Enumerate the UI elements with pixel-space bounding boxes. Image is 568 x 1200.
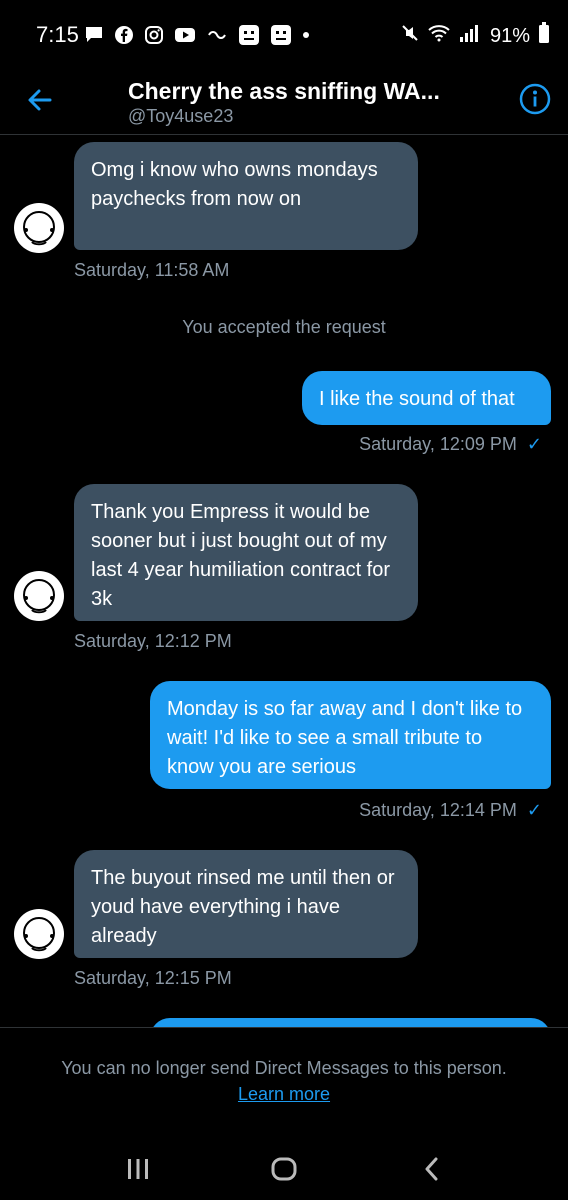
wifi-icon bbox=[428, 24, 450, 48]
message-bubble-incoming[interactable]: Omg i know who owns mondays paychecks fr… bbox=[74, 142, 418, 250]
avatar-face-icon bbox=[23, 211, 55, 246]
check-icon: ✓ bbox=[526, 434, 542, 454]
message-timestamp: Saturday, 12:14 PM bbox=[359, 800, 517, 820]
nav-back-button[interactable] bbox=[424, 1157, 440, 1186]
status-time: 7:15 bbox=[36, 22, 79, 47]
mute-icon bbox=[400, 23, 420, 49]
message-bubble-outgoing[interactable]: Monday is so far away and I don't like t… bbox=[150, 681, 551, 789]
learn-more-row: Learn more bbox=[0, 1084, 568, 1105]
facebook-icon bbox=[114, 25, 134, 45]
notification-icons bbox=[84, 24, 310, 46]
message-timestamp: Saturday, 12:09 PM bbox=[359, 434, 517, 454]
battery-percent: 91% bbox=[489, 24, 530, 47]
avatar-face-icon bbox=[23, 917, 55, 952]
info-button[interactable] bbox=[518, 82, 552, 116]
system-message: You accepted the request bbox=[182, 317, 386, 337]
learn-more-link[interactable]: Learn more bbox=[238, 1084, 330, 1104]
message-bubble-incoming[interactable]: The buyout rinsed me until then or youd … bbox=[74, 850, 418, 958]
link-icon bbox=[206, 28, 228, 42]
message-icon bbox=[84, 26, 104, 44]
recent-apps-icon bbox=[128, 1159, 148, 1179]
conversation-header: Cherry the ass sniffing WA... @Toy4use23 bbox=[0, 72, 568, 135]
blocked-notice: You can no longer send Direct Messages t… bbox=[61, 1058, 507, 1078]
signal-icon bbox=[458, 23, 482, 49]
message-bubble-outgoing[interactable]: I like the sound of that bbox=[302, 371, 551, 425]
message-timestamp-row: Saturday, 12:09 PM ✓ bbox=[359, 434, 542, 455]
conversation-handle[interactable]: @Toy4use23 bbox=[128, 106, 233, 127]
back-button[interactable] bbox=[24, 84, 56, 116]
conversation-title[interactable]: Cherry the ass sniffing WA... bbox=[128, 78, 440, 105]
back-arrow-icon bbox=[28, 89, 52, 111]
check-icon: ✓ bbox=[526, 800, 542, 820]
message-bubble-incoming[interactable]: Thank you Empress it would be sooner but… bbox=[74, 484, 418, 621]
battery-icon bbox=[538, 22, 550, 50]
app-face-icon bbox=[238, 24, 260, 46]
dm-blocked-footer: You can no longer send Direct Messages t… bbox=[0, 1027, 568, 1126]
android-nav-bar bbox=[0, 1125, 568, 1200]
status-bar: 7:15 91% bbox=[0, 0, 568, 72]
info-icon bbox=[519, 83, 551, 115]
avatar[interactable] bbox=[14, 203, 64, 253]
avatar[interactable] bbox=[14, 909, 64, 959]
home-icon bbox=[271, 1157, 297, 1181]
message-timestamp: Saturday, 12:15 PM bbox=[74, 968, 232, 988]
instagram-icon bbox=[144, 25, 164, 45]
message-timestamp: Saturday, 12:12 PM bbox=[74, 631, 232, 651]
avatar[interactable] bbox=[14, 571, 64, 621]
home-button[interactable] bbox=[271, 1157, 297, 1186]
youtube-icon bbox=[174, 27, 196, 43]
message-timestamp: Saturday, 11:58 AM bbox=[74, 260, 230, 280]
recent-apps-button[interactable] bbox=[126, 1157, 150, 1186]
app-face-icon bbox=[270, 24, 292, 46]
dot-icon bbox=[302, 31, 310, 39]
avatar-face-icon bbox=[23, 579, 55, 614]
nav-back-icon bbox=[425, 1157, 438, 1181]
system-icons: 91% bbox=[400, 22, 550, 50]
message-timestamp-row: Saturday, 12:14 PM ✓ bbox=[359, 800, 542, 821]
